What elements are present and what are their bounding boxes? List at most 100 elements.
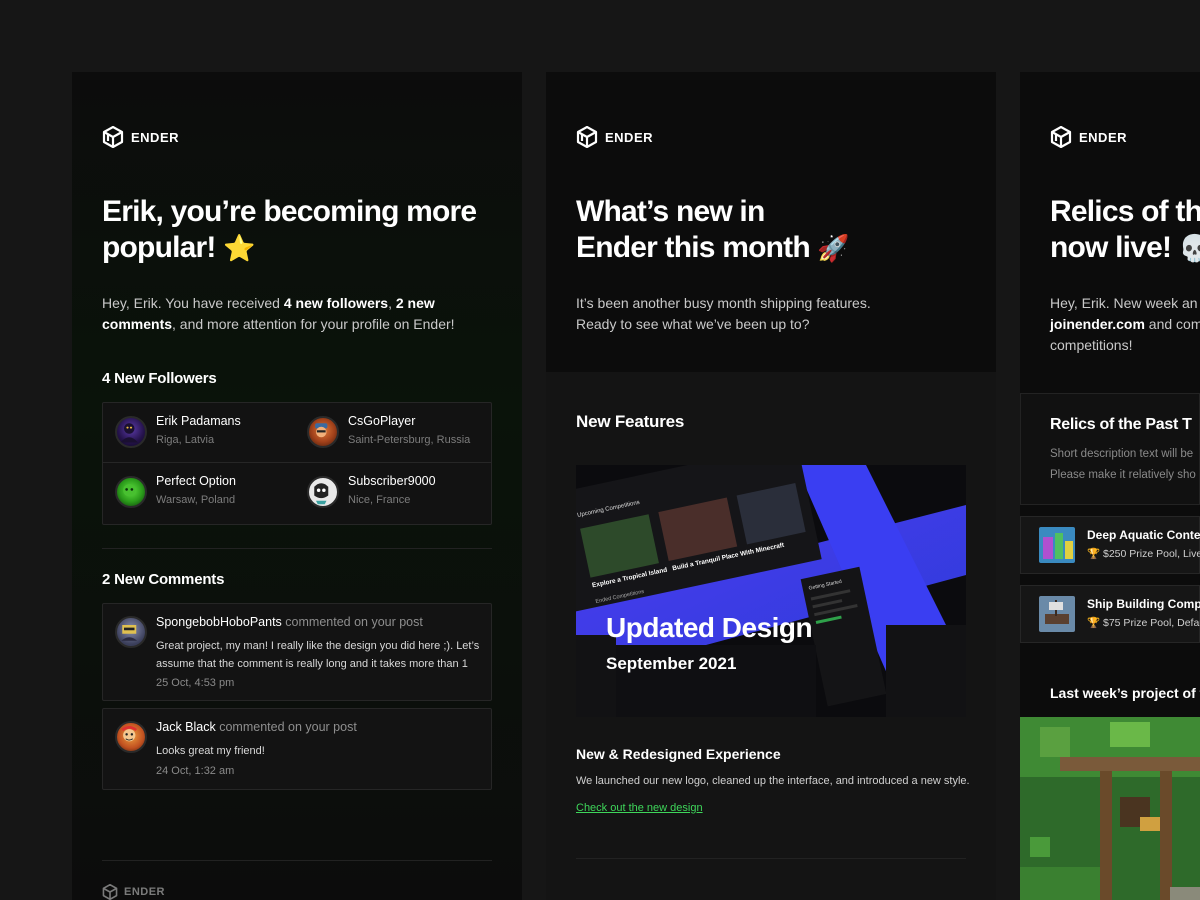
- star-icon: ⭐: [223, 234, 255, 264]
- headline-line-2: Ender this month 🚀: [576, 230, 996, 267]
- feature-image-subtitle: September 2021: [606, 654, 736, 673]
- email-card-popularity: ENDER Erik, you’re becoming more popular…: [72, 72, 522, 900]
- intro-line: joinender.com and comp: [1050, 314, 1200, 335]
- brand-header: ENDER: [1050, 126, 1127, 148]
- ender-logo-icon: [102, 884, 118, 900]
- intro-line: Ready to see what we’ve been up to?: [576, 316, 810, 332]
- avatar: [115, 721, 147, 753]
- feature-image-title: Updated Design: [606, 612, 812, 643]
- feature-description: We launched our new logo, cleaned up the…: [576, 775, 970, 787]
- competition-prize: 🏆 $250 Prize Pool, Live: [1087, 547, 1200, 560]
- email-card-whats-new: ENDER What’s new in Ender this month 🚀 I…: [546, 72, 996, 900]
- email-card-relics: ENDER Relics of th now live! 💀 Hey, Erik…: [1020, 72, 1200, 900]
- follower-location: Nice, France: [348, 494, 411, 506]
- comment-author[interactable]: Jack Black: [156, 720, 216, 734]
- competition-prize: 🏆 $75 Prize Pool, Defau: [1087, 616, 1200, 629]
- follower-item[interactable]: Erik Padamans Riga, Latvia: [115, 414, 295, 454]
- footer-brand: ENDER: [102, 884, 165, 900]
- comment-action: commented on your post: [215, 720, 357, 734]
- email-intro: Hey, Erik. You have received 4 new follo…: [102, 293, 492, 335]
- email-headline: Erik, you’re becoming more popular! ⭐: [102, 194, 522, 267]
- feature-image: Upcoming Competitions Explore a Tropical…: [576, 465, 966, 717]
- ender-logo-icon: [576, 126, 598, 148]
- comments-title: 2 New Comments: [102, 571, 225, 588]
- ender-logo-icon: [102, 126, 124, 148]
- avatar: [307, 476, 339, 508]
- intro-comments-count: 2 new: [395, 295, 435, 311]
- followers-grid: Erik Padamans Riga, Latvia CsGoPlayer Sa…: [102, 402, 492, 525]
- comment-author[interactable]: SpongebobHoboPants: [156, 615, 282, 629]
- brand-name: ENDER: [1079, 129, 1128, 145]
- intro-line: competitions!: [1050, 337, 1133, 353]
- follower-name: Perfect Option: [156, 474, 236, 488]
- comment-item[interactable]: SpongebobHoboPants commented on your pos…: [102, 603, 492, 701]
- follower-location: Warsaw, Poland: [156, 494, 236, 506]
- brand-name: ENDER: [124, 886, 166, 898]
- competition-name: Ship Building Compet: [1087, 597, 1200, 611]
- email-intro: Hey, Erik. New week an joinender.com and…: [1050, 293, 1200, 356]
- follower-item[interactable]: Perfect Option Warsaw, Poland: [115, 474, 295, 514]
- desc-line: Short description text will be: [1050, 448, 1194, 460]
- features-title: New Features: [576, 412, 685, 431]
- headline-line-2: now live! 💀: [1050, 230, 1200, 267]
- intro-comments-word: comments: [102, 316, 173, 332]
- follower-item[interactable]: Subscriber9000 Nice, France: [307, 474, 487, 514]
- divider: [102, 548, 492, 549]
- project-of-week-image: [1020, 717, 1200, 900]
- competition-highlight-desc: Short description text will be Please ma…: [1050, 444, 1196, 486]
- comment-action: commented on your post: [281, 615, 423, 629]
- competition-thumbnail: [1039, 527, 1075, 563]
- desc-line: Please make it relatively sho: [1050, 469, 1196, 481]
- prize-text: $75 Prize Pool, Defau: [1103, 617, 1200, 629]
- headline-text: popular!: [102, 231, 216, 264]
- followers-title: 4 New Followers: [102, 370, 217, 387]
- avatar: [115, 476, 147, 508]
- headline-text: now live!: [1050, 231, 1172, 264]
- comment-text: Great project, my man! I really like the…: [156, 640, 480, 670]
- brand-name: ENDER: [605, 129, 654, 145]
- email-headline: Relics of th now live! 💀: [1050, 194, 1200, 267]
- intro-text: ,: [388, 295, 396, 311]
- trophy-icon: 🏆: [1087, 548, 1101, 560]
- comment-item[interactable]: Jack Black commented on your post Looks …: [102, 708, 492, 790]
- email-headline: What’s new in Ender this month 🚀: [576, 194, 996, 267]
- competition-item[interactable]: Ship Building Compet 🏆 $75 Prize Pool, D…: [1020, 585, 1200, 643]
- comment-header: SpongebobHoboPants commented on your pos…: [156, 615, 423, 629]
- headline-text: Ender this month: [576, 231, 811, 264]
- competition-highlight: Relics of the Past T Short description t…: [1020, 393, 1200, 505]
- divider: [576, 858, 966, 859]
- follower-item[interactable]: CsGoPlayer Saint-Petersburg, Russia: [307, 414, 487, 454]
- last-week-title: Last week’s project of t: [1050, 685, 1200, 701]
- avatar: [307, 416, 339, 448]
- follower-location: Riga, Latvia: [156, 434, 215, 446]
- skull-icon: 💀: [1178, 234, 1200, 264]
- prize-text: $250 Prize Pool, Live: [1103, 548, 1200, 560]
- ender-logo-icon: [1050, 126, 1072, 148]
- brand-name: ENDER: [131, 129, 180, 145]
- headline-line-1: Erik, you’re becoming more: [102, 195, 477, 228]
- follower-name: Erik Padamans: [156, 414, 241, 428]
- comment-time: 25 Oct, 4:53 pm: [156, 677, 235, 689]
- competition-highlight-title: Relics of the Past T: [1050, 416, 1192, 433]
- headline-line-2: popular! ⭐: [102, 230, 522, 267]
- brand-header: ENDER: [102, 126, 179, 148]
- headline-line-1: What’s new in: [576, 195, 765, 228]
- competition-item[interactable]: Deep Aquatic Contes 🏆 $250 Prize Pool, L…: [1020, 516, 1200, 574]
- divider: [103, 462, 491, 463]
- competition-name: Deep Aquatic Contes: [1087, 528, 1200, 542]
- follower-name: CsGoPlayer: [348, 414, 416, 428]
- divider: [102, 860, 492, 861]
- intro-text: , and more attention for your profile on…: [172, 316, 455, 332]
- trophy-icon: 🏆: [1087, 617, 1101, 629]
- intro-line: It’s been another busy month shipping fe…: [576, 295, 871, 311]
- follower-name: Subscriber9000: [348, 474, 436, 488]
- email-intro: It’s been another busy month shipping fe…: [576, 293, 966, 335]
- intro-text: and comp: [1148, 316, 1200, 332]
- comment-text: Looks great my friend!: [156, 745, 265, 757]
- check-out-design-link[interactable]: Check out the new design: [576, 802, 703, 814]
- intro-link-text: joinender.com: [1050, 316, 1145, 332]
- intro-followers-count: 4 new followers: [283, 295, 389, 311]
- avatar: [115, 616, 147, 648]
- comment-header: Jack Black commented on your post: [156, 720, 357, 734]
- rocket-icon: 🚀: [817, 234, 849, 264]
